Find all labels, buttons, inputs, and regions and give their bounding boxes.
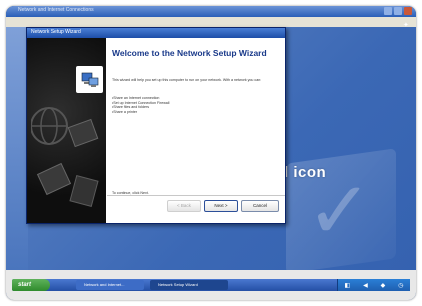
network-computer-icon (81, 72, 98, 87)
window-controls (384, 7, 412, 15)
maximize-icon[interactable] (394, 7, 402, 15)
cancel-button[interactable]: Cancel (241, 200, 279, 212)
taskbar-item-network-connections[interactable]: Network and Internet... (76, 280, 144, 290)
close-icon[interactable] (404, 7, 412, 15)
list-item: Share a printer (112, 110, 169, 115)
back-button[interactable]: < Back (167, 200, 201, 212)
screen-frame: Network and Internet Connections ✓ l ico… (6, 6, 416, 300)
system-tray: ◧ ◀ ◆ ◷ (337, 279, 410, 291)
checkmark-icon: ✓ (306, 166, 374, 255)
background-window-titlebar[interactable]: Network and Internet Connections (6, 6, 416, 17)
clock-icon[interactable]: ◷ (398, 282, 403, 289)
wizard-titlebar[interactable]: Network Setup Wizard (27, 28, 285, 38)
minimize-icon[interactable] (384, 7, 392, 15)
background-task-pane (6, 27, 28, 270)
taskbar-area: start Network and Internet... Network Se… (6, 270, 416, 300)
wizard-feature-list: Share an Internet connection Set up Inte… (112, 96, 169, 114)
taskbar: start Network and Internet... Network Se… (12, 279, 410, 291)
shield-icon[interactable]: ◆ (381, 282, 386, 289)
wizard-title: Network Setup Wizard (31, 29, 81, 35)
background-heading: l icon (284, 164, 327, 181)
volume-icon[interactable]: ◀ (363, 282, 368, 289)
background-window-title: Network and Internet Connections (18, 7, 94, 13)
wizard-side-banner (27, 38, 106, 223)
windows-flag-icon: ✦ (403, 22, 409, 29)
network-icon[interactable]: ◧ (344, 282, 350, 289)
wizard-heading: Welcome to the Network Setup Wizard (112, 48, 267, 58)
wizard-separator (107, 195, 285, 196)
network-setup-icon (76, 66, 103, 93)
background-menubar (6, 17, 416, 27)
wizard-description: This wizard will help you set up this co… (112, 78, 262, 82)
network-setup-wizard-dialog: Network Setup Wizard Welcome to the Netw… (26, 27, 286, 224)
start-button[interactable]: start (12, 279, 50, 291)
network-globe-graphic (31, 107, 99, 208)
taskbar-item-network-setup-wizard[interactable]: Network Setup Wizard (150, 280, 228, 290)
next-button[interactable]: Next > (204, 200, 238, 212)
